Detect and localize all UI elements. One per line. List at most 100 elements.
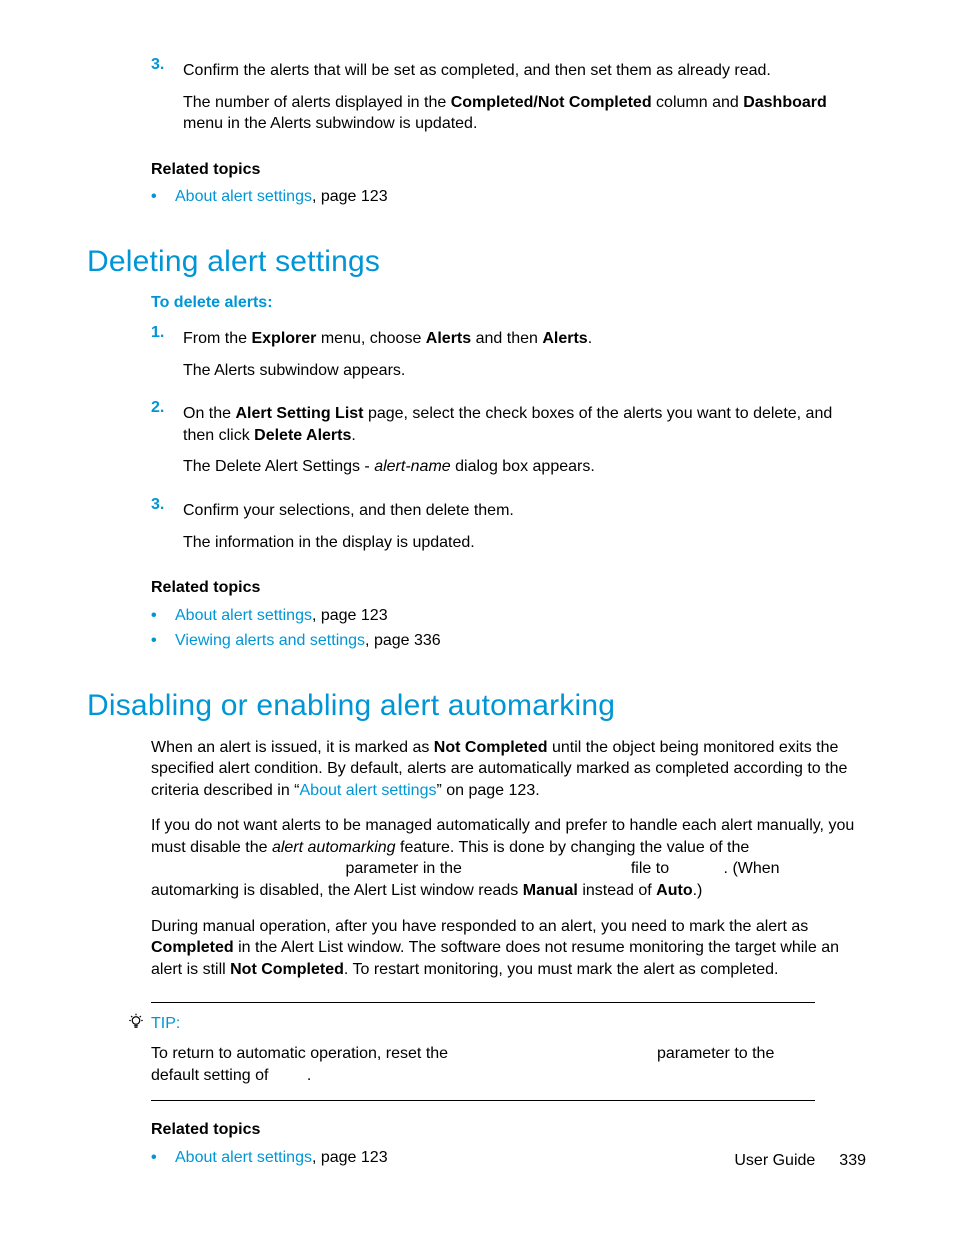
bullet-body: About alert settings, page 123	[175, 605, 867, 627]
related-topics-heading: Related topics	[151, 577, 867, 599]
t: menu, choose	[316, 330, 425, 347]
footer-inner: User Guide 339	[734, 1150, 866, 1172]
tip-label: TIP:	[151, 1013, 180, 1035]
related-topics-list: • About alert settings, page 123 • Viewi…	[151, 605, 867, 652]
list-item: • About alert settings, page 123	[151, 605, 867, 627]
heading-deleting-alert-settings: Deleting alert settings	[87, 242, 867, 283]
step-subtext: The Alerts subwindow appears.	[183, 360, 867, 382]
link-about-alert-settings[interactable]: About alert settings	[300, 782, 437, 799]
t: file to	[626, 860, 673, 877]
step-2: 2. On the Alert Setting List page, selec…	[151, 397, 867, 484]
t-italic: alert automarking	[272, 839, 396, 856]
step-1: 1. From the Explorer menu, choose Alerts…	[151, 322, 867, 387]
step-3: 3. Confirm the alerts that will be set a…	[151, 54, 867, 141]
t: .	[307, 1067, 311, 1084]
step-subtext: The Delete Alert Settings - alert-name d…	[183, 456, 867, 478]
t: , page 336	[365, 632, 441, 649]
step-subtext: The number of alerts displayed in the Co…	[183, 92, 867, 135]
link-about-alert-settings[interactable]: About alert settings	[175, 1149, 312, 1166]
step-text: Confirm the alerts that will be set as c…	[183, 60, 867, 82]
t: column and	[652, 94, 744, 111]
t-bold: Completed	[151, 939, 234, 956]
t: The number of alerts displayed in the	[183, 94, 451, 111]
step-number: 3.	[151, 54, 183, 141]
page-content: 3. Confirm the alerts that will be set a…	[87, 48, 867, 1172]
step-text: From the Explorer menu, choose Alerts an…	[183, 328, 867, 350]
deleting-steps: 1. From the Explorer menu, choose Alerts…	[151, 322, 867, 652]
bullet-body: Viewing alerts and settings, page 336	[175, 630, 867, 652]
procedure-heading: To delete alerts:	[151, 292, 867, 314]
t: On the	[183, 405, 235, 422]
step-number: 2.	[151, 397, 183, 484]
t: ” on page 123.	[436, 782, 539, 799]
t: When an alert is issued, it is marked as	[151, 739, 434, 756]
t: , page 123	[312, 1149, 388, 1166]
t: dialog box appears.	[451, 458, 595, 475]
related-topics-heading: Related topics	[151, 159, 867, 181]
tip-body: To return to automatic operation, reset …	[151, 1043, 815, 1086]
bullet-icon: •	[151, 605, 175, 627]
t: To return to automatic operation, reset …	[151, 1045, 453, 1062]
link-viewing-alerts-and-settings[interactable]: Viewing alerts and settings	[175, 632, 365, 649]
divider	[151, 1002, 815, 1003]
link-about-alert-settings[interactable]: About alert settings	[175, 188, 312, 205]
step-body: Confirm your selections, and then delete…	[183, 494, 867, 559]
tip-header: TIP:	[151, 1013, 815, 1035]
t: .	[588, 330, 592, 347]
continuation-block: 3. Confirm the alerts that will be set a…	[151, 54, 867, 208]
t: instead of	[578, 882, 656, 899]
t: parameter in the	[341, 860, 466, 877]
related-topics-heading: Related topics	[151, 1119, 867, 1141]
t: .)	[693, 882, 703, 899]
heading-disabling-automarking: Disabling or enabling alert automarking	[87, 686, 867, 727]
bullet-icon: •	[151, 1147, 175, 1169]
t: feature. This is done by changing the va…	[396, 839, 750, 856]
list-item: • Viewing alerts and settings, page 336	[151, 630, 867, 652]
t: From the	[183, 330, 251, 347]
t-bold: Not Completed	[230, 961, 344, 978]
step-number: 3.	[151, 494, 183, 559]
t-bold: Manual	[523, 882, 578, 899]
t: During manual operation, after you have …	[151, 918, 808, 935]
paragraph: When an alert is issued, it is marked as…	[151, 737, 867, 802]
divider	[151, 1100, 815, 1101]
t: , page 123	[312, 607, 388, 624]
t-bold: Alerts	[426, 330, 471, 347]
paragraph: During manual operation, after you have …	[151, 916, 867, 981]
step-number: 1.	[151, 322, 183, 387]
related-topics-list: • About alert settings, page 123	[151, 186, 867, 208]
page-number: 339	[839, 1152, 866, 1169]
lightbulb-icon	[127, 1013, 149, 1031]
t: , page 123	[312, 188, 388, 205]
disabling-body: When an alert is issued, it is marked as…	[151, 737, 867, 981]
t-bold: Not Completed	[434, 739, 548, 756]
step-text: On the Alert Setting List page, select t…	[183, 403, 867, 446]
paragraph: If you do not want alerts to be managed …	[151, 815, 867, 901]
t-bold: Alerts	[542, 330, 587, 347]
step-text: Confirm your selections, and then delete…	[183, 500, 867, 522]
list-item: • About alert settings, page 123	[151, 186, 867, 208]
t-italic: alert-name	[374, 458, 450, 475]
step-body: Confirm the alerts that will be set as c…	[183, 54, 867, 141]
tip-block: TIP: To return to automatic operation, r…	[151, 1002, 815, 1101]
footer-label: User Guide	[734, 1152, 815, 1169]
t: menu in the Alerts subwindow is updated.	[183, 115, 477, 132]
bullet-icon: •	[151, 630, 175, 652]
t: .	[351, 427, 355, 444]
t: and then	[471, 330, 542, 347]
t-bold: Delete Alerts	[254, 427, 351, 444]
link-about-alert-settings[interactable]: About alert settings	[175, 607, 312, 624]
t-bold: Alert Setting List	[235, 405, 363, 422]
t: . To restart monitoring, you must mark t…	[344, 961, 779, 978]
t: The Delete Alert Settings -	[183, 458, 374, 475]
bullet-icon: •	[151, 186, 175, 208]
step-body: On the Alert Setting List page, select t…	[183, 397, 867, 484]
t-bold: Dashboard	[743, 94, 827, 111]
bullet-body: About alert settings, page 123	[175, 186, 867, 208]
step-body: From the Explorer menu, choose Alerts an…	[183, 322, 867, 387]
step-subtext: The information in the display is update…	[183, 532, 867, 554]
step-3: 3. Confirm your selections, and then del…	[151, 494, 867, 559]
t-bold: Explorer	[251, 330, 316, 347]
t-bold: Completed/Not Completed	[451, 94, 652, 111]
t-bold: Auto	[656, 882, 692, 899]
